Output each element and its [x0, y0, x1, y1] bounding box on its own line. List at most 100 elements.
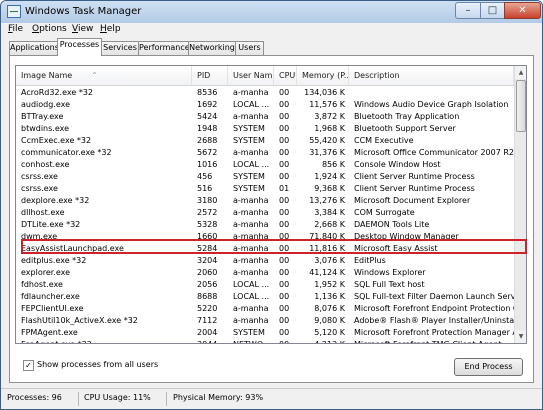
cell-cpu: 00	[279, 280, 290, 289]
cell-pid: 5672	[197, 148, 218, 157]
cell-cpu: 00	[279, 268, 290, 277]
menu-help-label: elp	[106, 24, 121, 34]
table-row-selected[interactable]: dllhost.exe 2572 a-manha 00 3,384 K COM Surro…	[16, 207, 514, 219]
cell-image: AcroRd32.exe *32	[21, 88, 94, 97]
cell-image: dexplore.exe *32	[21, 196, 90, 205]
cell-mem: 3,384 K	[314, 208, 345, 217]
cell-image: fdhost.exe	[21, 280, 63, 289]
cell-image: fdlauncher.exe	[21, 292, 80, 301]
scroll-thumb[interactable]	[516, 80, 526, 132]
cell-pid: 3180	[197, 196, 218, 205]
cell-mem: 3,872 K	[314, 112, 345, 121]
status-bar: Processes: 96 CPU Usage: 11% Physical Me…	[1, 388, 542, 409]
cell-image: explorer.exe	[21, 268, 71, 277]
vertical-scrollbar[interactable]: ▲ ▼	[514, 66, 526, 343]
title-bar[interactable]: Windows Task Manager – □ ✕	[1, 1, 542, 23]
show-all-users-checkbox[interactable]: ✓	[23, 360, 34, 371]
scroll-up-icon[interactable]: ▲	[515, 66, 526, 79]
menu-help[interactable]: Help	[100, 24, 121, 34]
table-row[interactable]: BTTray.exe 5424 a-manha 00 3,872 K Bluetooth …	[16, 111, 514, 123]
cell-pid: 5220	[197, 304, 218, 313]
table-row[interactable]: CcmExec.exe *32 2688 SYSTEM 00 55,420 K CCM E…	[16, 135, 514, 147]
status-divider	[78, 392, 79, 406]
cell-cpu: 00	[279, 196, 290, 205]
table-row[interactable]: editplus.exe *32 3204 a-manha 00 3,076 K Edit…	[16, 255, 514, 267]
table-row[interactable]: DTLite.exe *32 5328 a-manha 00 2,668 K DAEMON…	[16, 219, 514, 231]
cell-cpu: 00	[279, 160, 290, 169]
cell-cpu: 00	[279, 208, 290, 217]
cell-image: CcmExec.exe *32	[21, 136, 92, 145]
close-button[interactable]: ✕	[504, 2, 541, 19]
cell-user: a-manha	[233, 268, 269, 277]
table-row[interactable]: FlashUtil10k_ActiveX.exe *32 7112 a-manha 0…	[16, 315, 514, 327]
cell-user: NETWO...	[228, 339, 274, 343]
cell-user: a-manha	[233, 304, 269, 313]
cell-pid: 2004	[197, 328, 218, 337]
column-pid[interactable]: PID	[192, 66, 228, 85]
cell-mem: 9,080 K	[314, 316, 345, 325]
table-row[interactable]: communicator.exe *32 5672 a-manha 00 31,376 …	[16, 147, 514, 159]
tab-processes[interactable]: Processes	[57, 38, 102, 56]
tab-applications[interactable]: Applications	[9, 41, 59, 55]
process-list[interactable]: Image Name ^ PID User Name CPU Memory (P.…	[15, 65, 527, 344]
cell-user: a-manha	[233, 112, 269, 121]
tab-users[interactable]: Users	[235, 41, 264, 55]
cell-user: SYSTEM	[233, 172, 265, 181]
cell-pid: 7112	[197, 316, 218, 325]
table-row[interactable]: btwdins.exe 1948 SYSTEM 00 1,968 K Bluetooth …	[16, 123, 514, 135]
cell-desc: Console Window Host	[354, 160, 441, 169]
cell-cpu: 00	[274, 339, 297, 343]
column-image-name[interactable]: Image Name ^	[16, 66, 192, 85]
column-cpu[interactable]: CPU	[274, 66, 297, 85]
tab-performance[interactable]: Performance	[138, 41, 190, 55]
cell-cpu: 00	[279, 256, 290, 265]
minimize-button[interactable]: –	[455, 2, 481, 19]
cell-image: csrss.exe	[21, 184, 58, 193]
cell-user: a-manha	[233, 148, 269, 157]
menu-file[interactable]: File	[8, 24, 23, 34]
tab-services[interactable]: Services	[101, 41, 139, 55]
table-row[interactable]: AcroRd32.exe *32 8536 a-manha 00 134,036 K	[16, 87, 514, 99]
cell-desc: Client Server Runtime Process	[354, 172, 475, 181]
cell-user: SYSTEM	[233, 136, 265, 145]
cell-mem: 3,076 K	[314, 256, 345, 265]
table-row[interactable]: fdlauncher.exe 8688 LOCAL ... 00 1,136 K SQL …	[16, 291, 514, 303]
maximize-button[interactable]: □	[480, 2, 505, 19]
table-row[interactable]: FsaAgent.exe *323044NETWO...004,212 KMic…	[16, 339, 514, 343]
table-row[interactable]: FPMAgent.exe 2004 SYSTEM 00 5,120 K Microsoft…	[16, 327, 514, 339]
table-row[interactable]: dexplore.exe *32 3180 a-manha 00 13,276 K Mic…	[16, 195, 514, 207]
column-user-name[interactable]: User Name	[228, 66, 274, 85]
status-physical-memory: Physical Memory: 93%	[173, 393, 264, 402]
status-divider	[166, 392, 167, 406]
menu-view[interactable]: View	[72, 24, 93, 34]
cell-desc: COM Surrogate	[354, 208, 415, 217]
scroll-down-icon[interactable]: ▼	[515, 330, 526, 343]
cell-image: BTTray.exe	[21, 112, 64, 121]
column-memory[interactable]: Memory (P...	[297, 66, 349, 85]
cell-mem: 4,212 K	[297, 339, 349, 343]
menu-options[interactable]: Options	[32, 24, 67, 34]
end-process-button[interactable]: End Process	[454, 358, 523, 376]
table-row[interactable]: fdhost.exe 2056 LOCAL ... 00 1,952 K SQL Full…	[16, 279, 514, 291]
cell-image: communicator.exe *32	[21, 148, 112, 157]
table-row[interactable]: FEPClientUI.exe 5220 a-manha 00 8,076 K Micro…	[16, 303, 514, 315]
cell-desc: SQL Full-text Filter Daemon Launch Servi…	[354, 292, 514, 301]
cell-desc: SQL Full Text host	[354, 280, 425, 289]
menu-help-mnemonic: H	[100, 24, 107, 34]
cell-image: FsaAgent.exe *32	[16, 339, 192, 343]
table-row[interactable]: audiodg.exe 1692 LOCAL ... 00 11,576 K Window…	[16, 99, 514, 111]
table-row[interactable]: csrss.exe 456 SYSTEM 00 1,924 K Client Server…	[16, 171, 514, 183]
cell-user: a-manha	[233, 196, 269, 205]
cell-pid: 2688	[197, 136, 218, 145]
table-row[interactable]: explorer.exe 2060 a-manha 00 41,124 K Windows…	[16, 267, 514, 279]
column-description[interactable]: Description	[349, 66, 514, 85]
cell-pid: 2056	[197, 280, 218, 289]
cell-desc: Microsoft Document Explorer	[354, 196, 471, 205]
table-row[interactable]: csrss.exe 516 SYSTEM 01 9,368 K Client Server…	[16, 183, 514, 195]
cell-pid: 1016	[197, 160, 218, 169]
cell-pid: 456	[197, 172, 213, 181]
cell-mem: 9,368 K	[314, 184, 345, 193]
tab-networking[interactable]: Networking	[188, 41, 236, 55]
table-row[interactable]: conhost.exe 1016 LOCAL ... 00 856 K Console W…	[16, 159, 514, 171]
cell-mem: 856 K	[321, 160, 345, 169]
